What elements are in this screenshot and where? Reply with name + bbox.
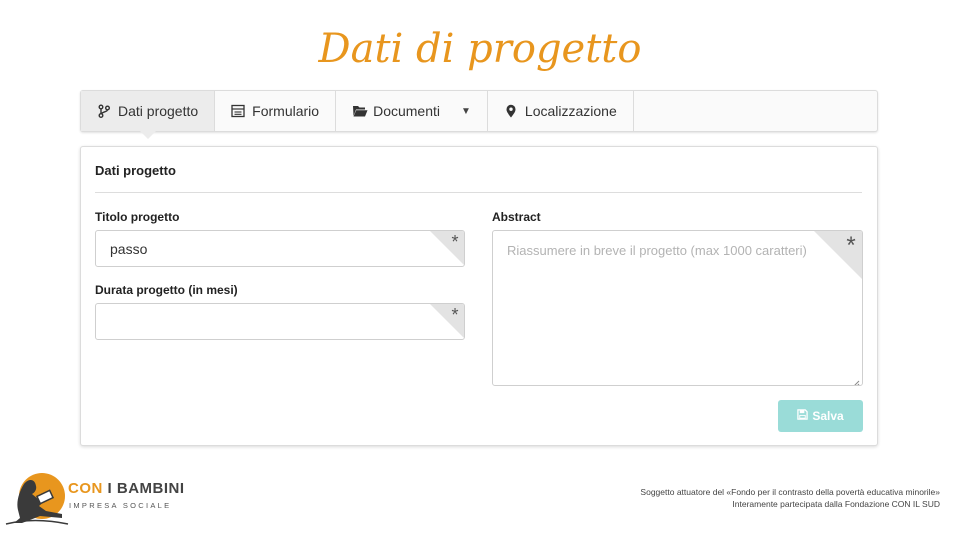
save-button[interactable]: Salva (778, 400, 863, 432)
logo-word-bambini: BAMBINI (116, 480, 185, 497)
logo-wordmark: CON I BAMBINI (68, 480, 185, 497)
titolo-value: passo (110, 241, 148, 257)
form-icon (231, 104, 245, 118)
tab-documenti[interactable]: Documenti ▼ (336, 91, 488, 131)
project-data-panel: Dati progetto Titolo progetto passo * Du… (80, 146, 878, 446)
tab-label: Dati progetto (118, 103, 199, 119)
logo-subtitle: IMPRESA SOCIALE (69, 501, 172, 510)
branch-icon (97, 104, 111, 118)
tab-localizzazione[interactable]: Localizzazione (488, 91, 634, 131)
floppy-disk-icon (797, 409, 809, 423)
tab-bar: Dati progetto Formulario Documenti ▼ Loc… (80, 90, 878, 139)
footer-line-1: Soggetto attuatore del «Fondo per il con… (640, 487, 940, 497)
durata-input[interactable]: * (95, 303, 465, 340)
abstract-placeholder: Riassumere in breve il progetto (max 100… (507, 243, 807, 258)
save-label: Salva (812, 409, 844, 423)
abstract-textarea[interactable]: Riassumere in breve il progetto (max 100… (492, 230, 863, 386)
svg-text:*: * (846, 232, 855, 259)
tab-formulario[interactable]: Formulario (215, 91, 337, 131)
footer-note: Soggetto attuatore del «Fondo per il con… (640, 486, 940, 510)
footer-line-2: Interamente partecipata dalla Fondazione… (732, 499, 940, 509)
durata-label: Durata progetto (in mesi) (95, 283, 238, 297)
page-title: Dati di progetto (318, 26, 642, 72)
required-asterisk-icon: * (430, 231, 464, 265)
map-marker-icon (504, 104, 518, 118)
tab-label: Localizzazione (524, 103, 617, 119)
svg-text:*: * (451, 305, 458, 325)
tab-label: Documenti (373, 103, 440, 119)
tab-dati-progetto[interactable]: Dati progetto (81, 91, 216, 139)
tab-label: Formulario (252, 103, 320, 119)
divider (95, 192, 862, 193)
logo-word-i: I (102, 480, 117, 497)
titolo-label: Titolo progetto (95, 210, 180, 224)
caret-down-icon[interactable]: ▼ (461, 106, 471, 117)
con-i-bambini-logo (5, 473, 69, 525)
abstract-label: Abstract (492, 210, 541, 224)
svg-text:*: * (451, 232, 458, 252)
required-asterisk-icon: * (430, 304, 464, 338)
titolo-input[interactable]: passo * (95, 230, 465, 267)
panel-title: Dati progetto (95, 163, 176, 178)
logo-word-con: CON (68, 480, 103, 497)
required-asterisk-icon: * (814, 231, 862, 279)
folder-open-icon (352, 104, 368, 118)
resize-handle-icon[interactable] (852, 375, 860, 385)
